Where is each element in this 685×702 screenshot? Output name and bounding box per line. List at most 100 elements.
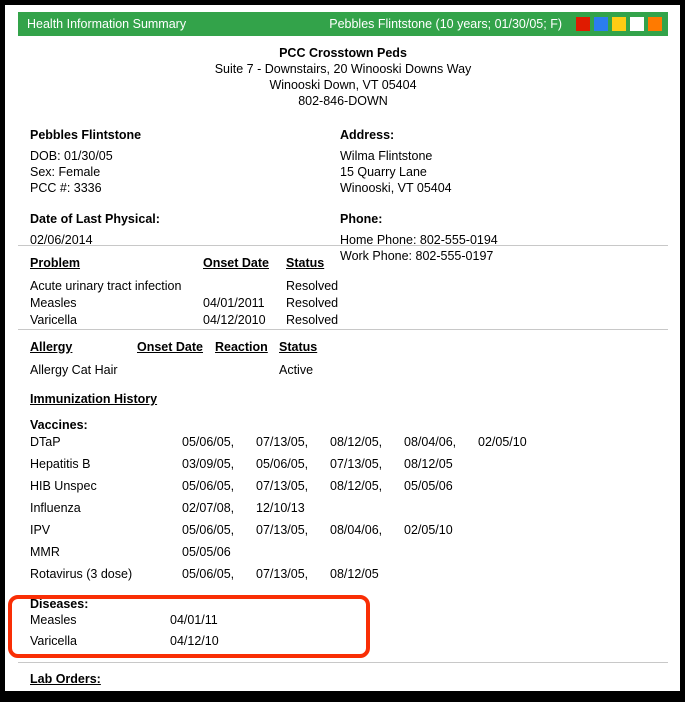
- vaccine-dose-date: [478, 478, 552, 500]
- vaccine-name: IPV: [30, 523, 51, 537]
- allergies-header-reaction: Reaction: [215, 340, 268, 354]
- vaccine-dose-date: [256, 544, 330, 566]
- diseases-table: Measles 04/01/11 Varicella 04/12/10: [30, 612, 219, 654]
- color-swatch-group[interactable]: [576, 17, 662, 31]
- vaccine-dose-date: 08/04/06,: [330, 523, 383, 537]
- vaccine-dose-date: 03/09/05,: [182, 457, 235, 471]
- patient-dob: DOB: 01/30/05: [30, 149, 113, 163]
- vaccine-dose-date: 07/13/05,: [330, 457, 383, 471]
- titlebar: Health Information Summary Pebbles Flint…: [18, 12, 668, 36]
- vaccine-name: Influenza: [30, 501, 81, 515]
- allergy-reaction: [215, 362, 279, 379]
- vaccine-dose-date: [404, 566, 478, 588]
- vaccines-table: DTaP 05/06/05, 07/13/05, 08/12/05, 08/04/06,…: [30, 434, 552, 588]
- lab-orders-section: Lab Orders: 09/30/15Rapid StrepStatus: C…: [18, 662, 668, 691]
- vaccine-row: DTaP 05/06/05, 07/13/05, 08/12/05, 08/04/06,…: [30, 434, 552, 456]
- disease-row: Measles 04/01/11: [30, 612, 219, 633]
- titlebar-title: Health Information Summary: [27, 17, 187, 31]
- last-physical-value: 02/06/2014: [30, 233, 93, 247]
- vaccine-dose-date: [330, 500, 404, 522]
- patient-identity-block: Pebbles Flintstone DOB: 01/30/05 Sex: Fe…: [30, 127, 340, 196]
- swatch-red[interactable]: [576, 17, 590, 31]
- disease-date: 04/01/11: [170, 613, 218, 627]
- vaccine-dose-date: 02/07/08,: [182, 501, 235, 515]
- vaccine-dose-date: 07/13/05,: [256, 479, 309, 493]
- problem-status: Resolved: [286, 296, 339, 310]
- vaccine-dose-date: 05/05/06: [404, 479, 453, 493]
- vaccine-dose-date: [478, 544, 552, 566]
- demographics-left-column: Pebbles Flintstone DOB: 01/30/05 Sex: Fe…: [30, 127, 340, 263]
- vaccine-name: Hepatitis B: [30, 457, 91, 471]
- vaccine-name: DTaP: [30, 435, 61, 449]
- problem-onset-date: 04/01/2011: [203, 296, 265, 310]
- table-row: Measles 04/01/2011 Resolved: [30, 295, 406, 312]
- problem-name: Varicella: [30, 313, 78, 327]
- vaccine-dose-date: 08/12/05,: [330, 435, 383, 449]
- immunization-history-title: Immunization History: [30, 392, 158, 406]
- divider-lab-orders: [18, 662, 668, 663]
- table-row: Varicella 04/12/2010 Resolved: [30, 312, 406, 329]
- problem-status: Resolved: [286, 313, 339, 327]
- vaccine-dose-date: [478, 522, 552, 544]
- vaccine-dose-date: 08/12/05: [404, 457, 453, 471]
- problem-onset-date: 04/12/2010: [203, 313, 266, 327]
- table-row: Acute urinary tract infection Resolved: [30, 278, 406, 295]
- allergy-onset-date: [137, 362, 215, 379]
- problem-name: Measles: [30, 296, 77, 310]
- swatch-yellow[interactable]: [612, 17, 626, 31]
- patient-sex: Sex: Female: [30, 165, 101, 179]
- vaccine-row: HIB Unspec 05/06/05, 07/13/05, 08/12/05, 05/…: [30, 478, 552, 500]
- clinic-header: PCC Crosstown Peds Suite 7 - Downstairs,…: [18, 45, 668, 109]
- lab-orders-title: Lab Orders:: [30, 672, 101, 686]
- vaccine-dose-date: [330, 544, 404, 566]
- vaccine-dose-date: 05/06/05,: [182, 479, 235, 493]
- vaccine-row: Rotavirus (3 dose) 05/06/05, 07/13/05, 08/1…: [30, 566, 552, 588]
- address-city-state-zip: Winooski, VT 05404: [340, 181, 452, 195]
- allergies-header-status: Status: [279, 340, 318, 354]
- allergy-name: Allergy Cat Hair: [30, 363, 118, 377]
- allergies-header-allergy: Allergy: [30, 340, 73, 354]
- screenshot-root: Health Information Summary Pebbles Flint…: [0, 0, 685, 702]
- table-row: Allergy Cat Hair Active: [30, 362, 399, 379]
- vaccine-row: Hepatitis B 03/09/05, 05/06/05, 07/13/05, 08…: [30, 456, 552, 478]
- vaccine-dose-date: 05/06/05,: [256, 457, 309, 471]
- vaccine-row: MMR 05/05/06: [30, 544, 552, 566]
- diseases-label: Diseases:: [30, 597, 89, 611]
- vaccines-label: Vaccines:: [30, 418, 88, 432]
- disease-name: Measles: [30, 613, 77, 627]
- report-page: Health Information Summary Pebbles Flint…: [5, 5, 680, 691]
- vaccine-dose-date: 07/13/05,: [256, 435, 309, 449]
- patient-pcc-number: PCC #: 3336: [30, 181, 102, 195]
- disease-date: 04/12/10: [170, 634, 219, 648]
- vaccine-dose-date: 05/06/05,: [182, 567, 235, 581]
- vaccine-dose-date: 08/04/06,: [404, 435, 457, 449]
- vaccine-dose-date: 05/06/05,: [182, 523, 235, 537]
- vaccine-dose-date: 07/13/05,: [256, 567, 309, 581]
- vaccine-name: Rotavirus (3 dose): [30, 567, 133, 581]
- patient-name: Pebbles Flintstone: [30, 128, 142, 142]
- last-physical-label: Date of Last Physical:: [30, 212, 160, 226]
- divider-allergies: [18, 329, 668, 330]
- diseases-block: Diseases: Measles 04/01/11 Varicella 04/12/…: [30, 596, 668, 654]
- vaccine-dose-date: [478, 566, 552, 588]
- vaccine-dose-date: [404, 544, 478, 566]
- vaccine-row: Influenza 02/07/08, 12/10/13: [30, 500, 552, 522]
- allergies-header-onset: Onset Date: [137, 340, 203, 354]
- vaccine-dose-date: 05/05/06: [182, 545, 231, 559]
- vaccine-row: IPV 05/06/05, 07/13/05, 08/04/06, 02/05/10: [30, 522, 552, 544]
- phone-block: Phone: Home Phone: 802-555-0194 Work Pho…: [340, 211, 660, 264]
- swatch-orange[interactable]: [648, 17, 662, 31]
- vaccine-dose-date: 02/05/10: [404, 523, 453, 537]
- swatch-white[interactable]: [630, 17, 644, 31]
- address-block: Address: Wilma Flintstone 15 Quarry Lane…: [340, 127, 660, 196]
- problem-onset-date: [203, 278, 286, 295]
- problem-status: Resolved: [286, 279, 339, 293]
- allergies-section: Allergy Onset Date Reaction Status Aller…: [30, 339, 668, 379]
- vaccine-dose-date: [478, 500, 552, 522]
- vaccine-dose-date: 08/12/05: [330, 567, 379, 581]
- vaccine-name: MMR: [30, 545, 60, 559]
- vaccine-dose-date: 02/05/10: [478, 435, 527, 449]
- swatch-blue[interactable]: [594, 17, 608, 31]
- demographics-right-column: Address: Wilma Flintstone 15 Quarry Lane…: [340, 127, 660, 279]
- vaccine-dose-date: [478, 456, 552, 478]
